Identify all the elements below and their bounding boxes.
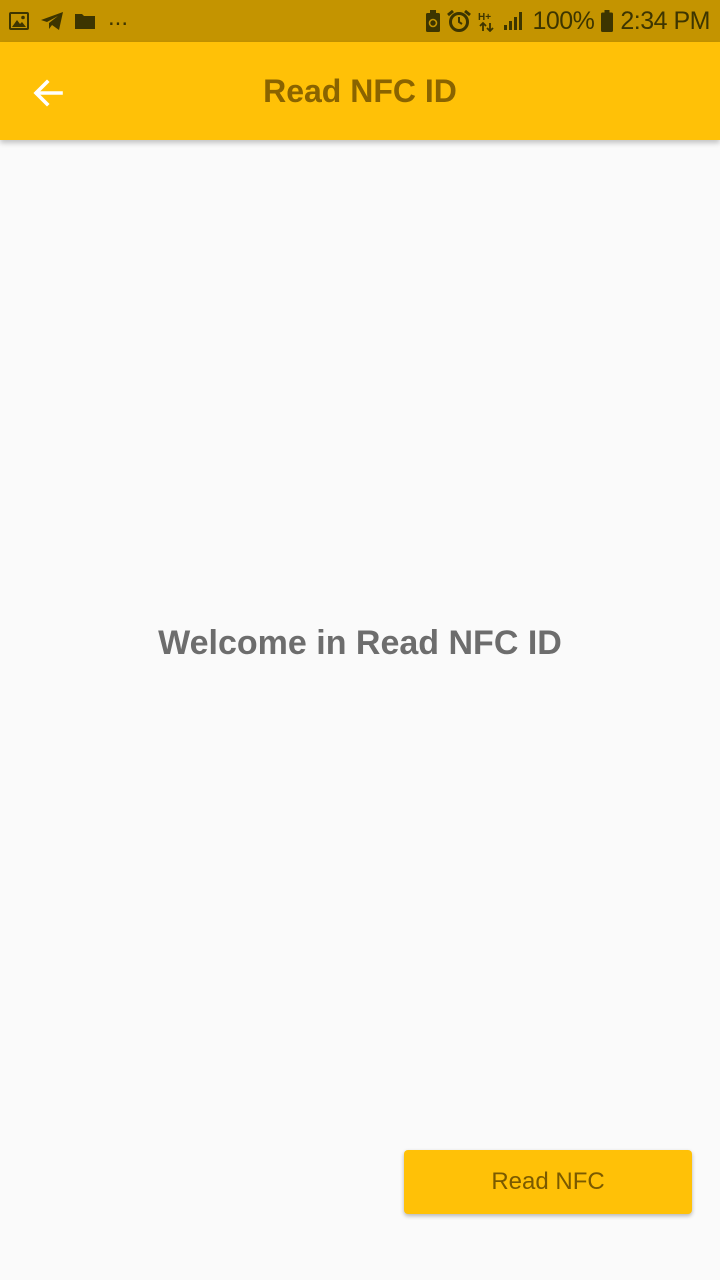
- folder-icon: [74, 12, 96, 30]
- page-title: Read NFC ID: [263, 73, 457, 109]
- read-nfc-button[interactable]: Read NFC: [404, 1150, 692, 1214]
- battery-percentage: 100%: [532, 6, 595, 35]
- network-hplus-icon: H+: [478, 10, 496, 32]
- arrow-left-icon: [32, 77, 64, 109]
- status-time: 2:34 PM: [620, 6, 710, 35]
- battery-icon: [601, 10, 614, 32]
- status-bar-left: ...: [8, 4, 129, 35]
- status-bar: ... H+ 100% 2:34 PM: [0, 0, 720, 42]
- battery-saver-icon: [426, 10, 441, 32]
- back-button[interactable]: [22, 67, 74, 119]
- notification-overflow: ...: [108, 4, 129, 31]
- signal-icon: [503, 11, 525, 31]
- status-bar-right: H+ 100% 2:34 PM: [426, 7, 710, 36]
- svg-text:H+: H+: [478, 12, 491, 23]
- image-icon: [8, 11, 30, 31]
- telegram-icon: [40, 11, 64, 31]
- screen: ... H+ 100% 2:34 PM Read NFC ID Welcome …: [0, 0, 720, 1280]
- welcome-text: Welcome in Read NFC ID: [158, 624, 562, 662]
- alarm-icon: [447, 10, 472, 32]
- app-bar: Read NFC ID: [0, 42, 720, 140]
